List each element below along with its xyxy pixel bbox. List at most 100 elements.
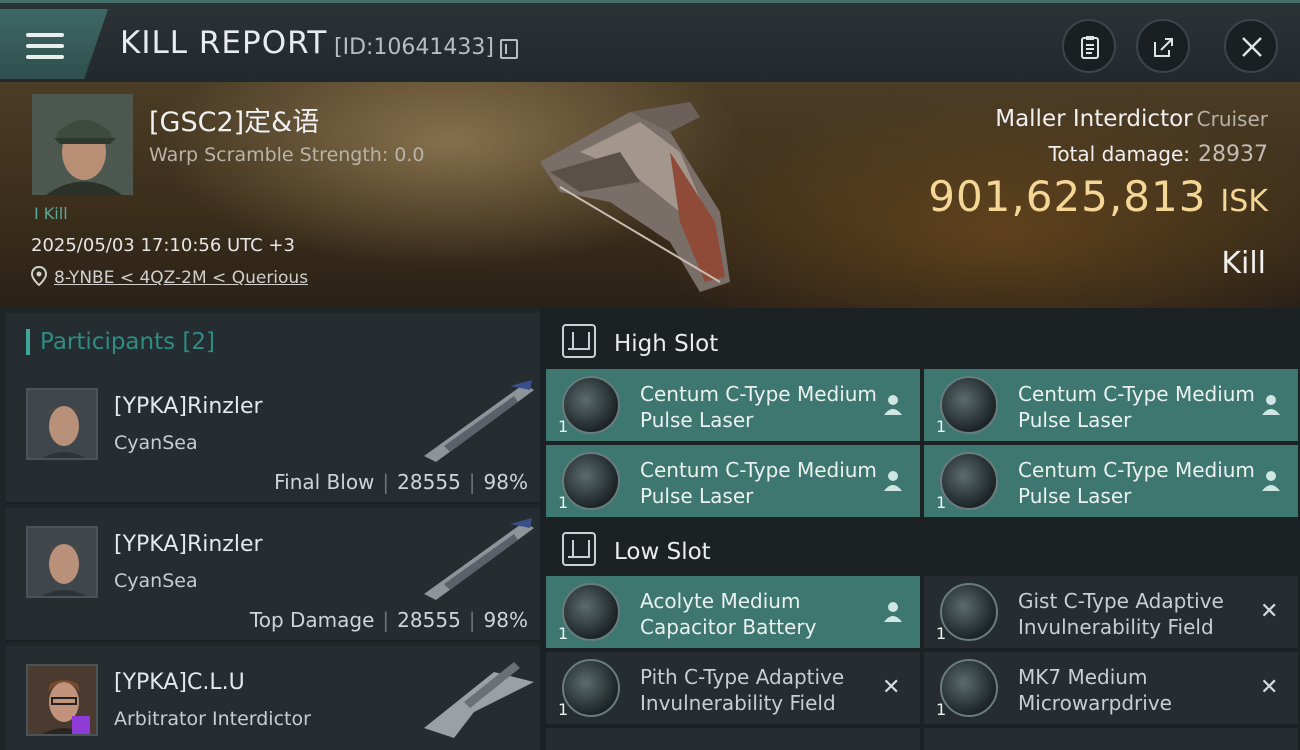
microwarpdrive-icon: [940, 659, 998, 717]
dropped-person-icon: [1262, 471, 1280, 491]
participant-percent: 98%: [483, 470, 528, 494]
participant-name[interactable]: [YPKA]Rinzler: [114, 532, 263, 557]
participant-corp: CyanSea: [114, 570, 198, 592]
clipboard-button[interactable]: [1062, 19, 1116, 73]
module-item[interactable]: 1 Centum C-Type Medium Pulse Laser: [924, 445, 1298, 517]
module-item[interactable]: 1 Acolyte Medium Capacitor Battery: [546, 576, 920, 648]
participant-corp: CyanSea: [114, 432, 198, 454]
participant-role: Final Blow: [274, 470, 375, 494]
divider: |: [468, 608, 476, 632]
module-quantity: 1: [558, 493, 569, 512]
close-button[interactable]: [1224, 19, 1278, 73]
module-name: Pith C-Type Adaptive Invulnerability Fie…: [640, 665, 845, 715]
participant-stats: Top Damage | 28555 | 98%: [250, 608, 528, 632]
participant-row[interactable]: [YPKA]Rinzler CyanSea Top Damage | 28555 | 9…: [6, 508, 540, 642]
kill-count: I Kill: [34, 204, 68, 223]
module-quantity: 1: [558, 417, 569, 436]
module-quantity: 1: [558, 700, 569, 719]
menu-button[interactable]: [0, 9, 108, 79]
pilot-portrait-image: [28, 390, 96, 458]
module-item[interactable]: 1 Pith C-Type Adaptive Invulnerability F…: [546, 652, 920, 724]
participant-ship-type: Arbitrator Interdictor: [114, 708, 311, 730]
module-quantity: 1: [936, 700, 947, 719]
ship-class: Cruiser: [1196, 107, 1268, 131]
pulse-laser-icon: [940, 452, 998, 510]
divider: |: [382, 470, 390, 494]
victim-name[interactable]: [GSC2]定&语: [149, 100, 319, 139]
kill-timestamp: 2025/05/03 17:10:56 UTC +3: [31, 235, 295, 256]
low-slot-icon: [562, 532, 596, 566]
victim-ship-image: [540, 102, 730, 292]
kill-result: Kill: [1221, 246, 1266, 281]
copy-icon[interactable]: [500, 39, 518, 59]
divider: |: [468, 470, 476, 494]
pilot-portrait-image: [28, 528, 96, 596]
kill-location-link[interactable]: 8-YNBE < 4QZ-2M < Querious: [54, 268, 308, 288]
share-icon: [1154, 38, 1173, 57]
implant-badge-icon: [72, 716, 90, 734]
total-damage: Total damage: 28937: [1049, 142, 1269, 167]
dropped-person-icon: [1262, 395, 1280, 415]
participant-row[interactable]: [YPKA]Rinzler CyanSea Final Blow | 28555 | 9…: [6, 370, 540, 504]
low-slot-title: Low Slot: [614, 539, 711, 565]
pulse-laser-icon: [562, 452, 620, 510]
avatar[interactable]: [26, 388, 98, 460]
participant-role: Top Damage: [249, 608, 375, 632]
module-item[interactable]: 1 MK7 Medium Microwarpdrive ✕: [924, 652, 1298, 724]
participants-panel: Participants [2] [YPKA]Rinzler CyanSea F…: [0, 308, 540, 750]
participants-title: Participants [2]: [40, 329, 215, 355]
ship-name-text: Maller Interdictor: [995, 106, 1193, 132]
warp-scramble-strength: Warp Scramble Strength: 0.0: [149, 144, 425, 166]
module-quantity: 1: [936, 624, 947, 643]
module-item[interactable]: 1 Centum C-Type Medium Pulse Laser: [924, 369, 1298, 441]
victim-portrait-image: [32, 94, 133, 195]
destroyed-x-icon: ✕: [1260, 599, 1279, 624]
total-damage-label: Total damage:: [1048, 142, 1191, 166]
isk-amount: 901,625,813: [928, 172, 1207, 221]
invulnerability-field-icon: [562, 659, 620, 717]
participants-label: Participants: [40, 329, 176, 355]
isk-unit: ISK: [1220, 184, 1268, 219]
module-name: Centum C-Type Medium Pulse Laser: [640, 382, 877, 432]
clipboard-icon: [1081, 36, 1099, 59]
high-slot-icon: [562, 324, 596, 358]
participant-damage: 28555: [397, 608, 461, 632]
isk-value: 901,625,813 ISK: [928, 172, 1268, 221]
invulnerability-field-icon: [940, 583, 998, 641]
module-quantity: 1: [936, 417, 947, 436]
participant-stats: Final Blow | 28555 | 98%: [274, 470, 528, 494]
module-item[interactable]: 1 Centum C-Type Medium Pulse Laser: [546, 369, 920, 441]
participant-name[interactable]: [YPKA]C.L.U: [114, 670, 245, 695]
dropped-person-icon: [884, 395, 902, 415]
top-bar: KILL REPORT [ID:10641433]: [0, 0, 1300, 82]
participant-ship-image: [424, 662, 534, 738]
destroyed-x-icon: ✕: [882, 675, 901, 700]
module-name: Acolyte Medium Capacitor Battery: [640, 589, 817, 639]
module-item[interactable]: 1 Gist C-Type Adaptive Invulnerability F…: [924, 576, 1298, 648]
participant-name[interactable]: [YPKA]Rinzler: [114, 394, 263, 419]
destroyed-x-icon: ✕: [1260, 675, 1279, 700]
module-item[interactable]: 1 Centum C-Type Medium Pulse Laser: [546, 445, 920, 517]
victim-avatar[interactable]: [32, 94, 133, 195]
module-name: Gist C-Type Adaptive Invulnerability Fie…: [1018, 589, 1224, 639]
participant-damage: 28555: [397, 470, 461, 494]
module-quantity: 1: [936, 493, 947, 512]
participant-row[interactable]: [YPKA]C.L.U Arbitrator Interdictor: [6, 646, 540, 750]
participant-ship-image: [424, 380, 534, 462]
pulse-laser-icon: [940, 376, 998, 434]
location-pin-icon: [31, 266, 47, 286]
module-item-partial[interactable]: [924, 728, 1298, 750]
victim-ship-name[interactable]: Maller Interdictor Cruiser: [995, 106, 1268, 132]
page-title: KILL REPORT: [120, 25, 328, 61]
capacitor-battery-icon: [562, 583, 620, 641]
participants-header: Participants [2]: [6, 313, 540, 371]
participants-count: [2]: [182, 329, 216, 355]
pulse-laser-icon: [562, 376, 620, 434]
share-button[interactable]: [1136, 19, 1190, 73]
module-item-partial[interactable]: [546, 728, 920, 750]
participant-ship-image: [424, 518, 534, 600]
kill-summary-banner: [GSC2]定&语 Warp Scramble Strength: 0.0 I …: [0, 82, 1300, 308]
avatar[interactable]: [26, 526, 98, 598]
high-slot-header: High Slot: [546, 312, 1300, 372]
module-quantity: 1: [558, 624, 569, 643]
